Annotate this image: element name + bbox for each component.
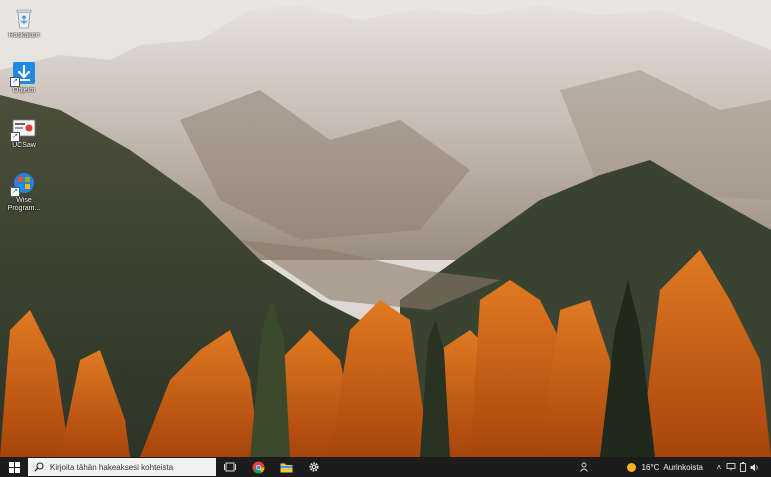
taskbar-chrome-button[interactable]	[244, 457, 272, 477]
weather-widget[interactable]: 16°C Aurinkoista	[626, 462, 703, 472]
wallpaper-landscape	[0, 0, 771, 457]
taskbar-settings-button[interactable]	[300, 457, 328, 477]
network-monitor-icon	[726, 463, 736, 471]
show-desktop-button[interactable]	[761, 457, 771, 477]
people-icon	[579, 462, 588, 472]
start-button[interactable]	[0, 457, 28, 477]
search-icon	[34, 462, 44, 472]
desktop-icon-area: Roskakori ↗ Ohjelm ↗ UCSaw ↗ Wise Progra…	[2, 4, 46, 224]
desktop-wallpaper	[0, 0, 771, 457]
battery-icon	[740, 462, 746, 472]
people-button[interactable]	[579, 462, 589, 472]
sun-icon	[626, 462, 636, 472]
desktop-icon-label: UCSaw	[12, 142, 36, 149]
show-hidden-icons-button[interactable]: ˄	[713, 457, 725, 477]
tray-network-button[interactable]	[725, 457, 737, 477]
desktop-icon-label: Ohjelm	[12, 87, 36, 94]
recycle-bin-icon	[12, 6, 36, 30]
shortcut-arrow-icon: ↗	[10, 187, 20, 197]
taskbar-file-explorer-button[interactable]	[272, 457, 300, 477]
shortcut-arrow-icon: ↗	[10, 77, 20, 87]
search-placeholder: Kirjoita tähän hakeaksesi kohteista	[50, 462, 174, 472]
taskbar: Kirjoita tähän hakeaksesi kohteista 16°C…	[0, 457, 771, 477]
ucsaw-app-icon: ↗	[10, 116, 36, 142]
taskbar-search-box[interactable]: Kirjoita tähän hakeaksesi kohteista	[28, 458, 216, 476]
desktop-icon-downloads[interactable]: ↗ Ohjelm	[2, 59, 46, 113]
desktop-icon-wise-program-uninstaller[interactable]: ↗ Wise Program...	[2, 169, 46, 223]
task-view-button[interactable]	[216, 457, 244, 477]
gear-icon	[309, 462, 319, 472]
desktop-icon-recycle-bin[interactable]: Roskakori	[2, 4, 46, 58]
desktop-icon-ucsaw[interactable]: ↗ UCSaw	[2, 114, 46, 168]
desktop-screen: Roskakori ↗ Ohjelm ↗ UCSaw ↗ Wise Progra…	[0, 0, 771, 477]
windows-logo-icon	[8, 461, 20, 473]
desktop-icon-label: Wise Program...	[7, 197, 41, 212]
chrome-icon	[252, 461, 264, 474]
desktop-icon-label: Roskakori	[8, 32, 40, 39]
chevron-up-icon: ˄	[716, 462, 722, 472]
system-tray: 16°C Aurinkoista ˄	[579, 457, 771, 477]
speaker-icon	[750, 463, 758, 471]
shortcut-arrow-icon: ↗	[10, 132, 20, 142]
weather-condition: Aurinkoista	[663, 462, 703, 472]
tray-battery-button[interactable]	[737, 457, 749, 477]
task-view-icon	[224, 462, 236, 472]
wise-uninstaller-icon: ↗	[10, 171, 36, 197]
weather-temperature: 16°C	[641, 462, 660, 472]
download-arrow-icon: ↗	[10, 61, 36, 87]
folder-icon	[280, 463, 292, 472]
tray-volume-button[interactable]	[749, 457, 761, 477]
